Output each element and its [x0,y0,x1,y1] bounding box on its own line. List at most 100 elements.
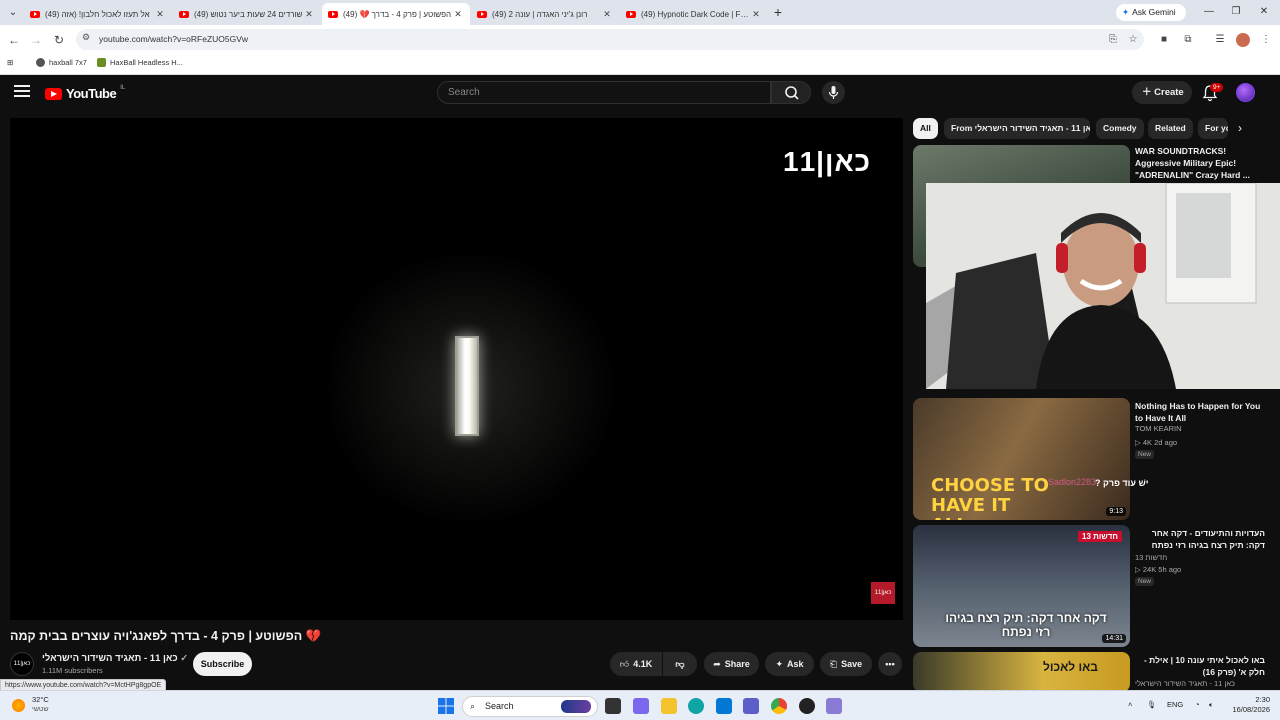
voice-search-button[interactable] [822,81,845,104]
hamburger-menu-icon[interactable] [14,85,30,99]
search-highlight-icon [561,700,591,713]
profile-avatar-icon[interactable] [1236,33,1250,47]
tab-title: (49) Hypnotic Dark Code | Futu [641,9,750,19]
discord-icon[interactable] [743,698,759,714]
browser-tab[interactable]: (49) אל תעזו לאכול חלבון! (אזה ✕ [24,3,172,25]
browser-tab-active[interactable]: (49) 💔 הפשוטע | פרק 4 - בדרך ✕ [322,3,470,25]
obs-icon[interactable] [799,698,815,714]
create-button[interactable]: ＋ Create [1132,81,1192,104]
recommendation-channel[interactable]: TOM KEARIN [1135,424,1182,433]
extension-icon[interactable]: ■ [1157,33,1171,47]
bookmark-label: haxball 7x7 [49,58,87,67]
youtube-favicon-icon [30,10,40,18]
bookmark-item[interactable]: HaxBall Headless H... [97,58,183,67]
tab-search-icon[interactable]: ⌄ [4,4,22,21]
recommendation-title[interactable]: באו לאכול איתי עונה 10 | אילת - חלק א' (… [1135,654,1265,678]
search-input[interactable]: Search [437,81,771,104]
recommendation-title[interactable]: Nothing Has to Happen for You to Have It… [1135,400,1265,424]
recommendation-thumbnail[interactable]: באו לאכול [913,652,1130,690]
close-tab-icon[interactable]: ✕ [601,9,613,20]
save-button[interactable]: ⎗ Save [820,652,872,676]
ask-gemini-button[interactable]: ✦ Ask Gemini [1116,4,1186,21]
edge-icon[interactable] [688,698,704,714]
recommendation-title[interactable]: WAR SOUNDTRACKS! Aggressive Military Epi… [1135,145,1265,181]
overlay-username: Sadlon2283 [1048,477,1097,487]
system-clock[interactable]: 2:30 16/08/2026 [1228,695,1270,715]
language-indicator[interactable]: ENG [1167,700,1183,709]
channel-name[interactable]: כאן 11 - תאגיד השידור הישראלי ✓ [42,653,188,664]
chrome-icon[interactable] [771,698,787,714]
bookmark-star-icon[interactable]: ☆ [1126,33,1140,47]
channel-branding-icon[interactable]: כאן|11 [871,582,895,604]
chip-for-you[interactable]: For you [1198,118,1228,139]
weather-sun-icon[interactable] [12,699,25,712]
bookmark-item[interactable]: haxball 7x7 [36,58,87,67]
recommendation-meta: ▷ 24K 5h ago [1135,565,1182,574]
new-tab-button[interactable]: + [770,4,786,20]
recommendation-channel[interactable]: חדשות 13 [1135,553,1167,562]
ask-label: Ask [787,659,804,669]
more-actions-button[interactable]: ••• [878,652,902,676]
close-tab-icon[interactable]: ✕ [750,9,762,20]
video-duration: 14:31 [1102,634,1126,643]
browser-tab[interactable]: (49) שורדים 24 שעות ביער נטוש ✕ [173,3,321,25]
windows-start-icon[interactable] [438,698,454,714]
microphone-tray-icon[interactable]: 🎙︎ [1147,700,1157,709]
youtube-favicon-icon [477,10,487,18]
browser-tab[interactable]: (49) Hypnotic Dark Code | Futu ✕ [620,3,768,25]
close-tab-icon[interactable]: ✕ [154,9,166,20]
close-window-icon[interactable]: ✕ [1250,4,1278,20]
taskbar-search-input[interactable]: ⌕ Search [462,696,598,717]
video-player[interactable]: כאן|11 כאן|11 [10,118,903,620]
chip-from-channel[interactable]: From כאן 11 - תאגיד השידור הישראלי [944,118,1090,139]
thumbs-up-icon: 👍︎ [619,659,630,669]
address-url[interactable]: youtube.com/watch?v=oRFeZUO5GVw [99,34,248,44]
app-icon[interactable] [826,698,842,714]
store-icon[interactable] [716,698,732,714]
chevron-up-icon[interactable]: ˄ [1128,700,1132,709]
apps-grid-icon[interactable]: ⊞ [7,58,13,67]
site-info-icon[interactable]: ⚙ [82,32,90,43]
video-frame-light [455,336,479,436]
reading-list-icon[interactable]: ☰ [1213,33,1227,47]
task-view-icon[interactable] [605,698,621,714]
file-explorer-icon[interactable] [661,698,677,714]
cast-icon[interactable]: ⎘ [1106,33,1120,47]
forward-icon[interactable]: → [28,32,44,48]
volume-icon[interactable]: 🔈︎ [1209,700,1214,710]
address-bar[interactable]: ⚙ youtube.com/watch?v=oRFeZUO5GVw [76,29,1144,50]
chip-comedy[interactable]: Comedy [1096,118,1144,139]
clock-date: 16/08/2026 [1232,705,1270,714]
extensions-puzzle-icon[interactable]: ⧉ [1181,33,1195,47]
recommendation-thumbnail[interactable]: CHOOSE TO HAVE IT ALL 9:13 [913,398,1130,520]
maximize-icon[interactable]: ❐ [1222,4,1250,20]
weather-temperature[interactable]: 32°C [32,695,49,704]
wifi-icon[interactable]: ◔ [1195,700,1200,709]
close-tab-icon[interactable]: ✕ [452,9,464,20]
chip-related[interactable]: Related [1148,118,1193,139]
channel13-tag: חדשות 13 [1078,531,1122,542]
like-button[interactable]: 👍︎ 4.1K [610,652,662,676]
user-avatar[interactable] [1236,83,1255,102]
share-button[interactable]: ➦ Share [704,652,759,676]
chip-all[interactable]: All [913,118,938,139]
dislike-button[interactable]: 👎︎ [663,652,697,676]
youtube-logo[interactable]: YouTube IL [45,85,125,101]
teams-icon[interactable] [633,698,649,714]
youtube-wordmark: YouTube [66,86,117,101]
subscribe-button[interactable]: Subscribe [193,652,252,676]
recommendation-channel[interactable]: כאן 11 - תאגיד השידור הישראלי [1135,679,1235,688]
search-button[interactable] [771,81,811,104]
back-icon[interactable]: ← [6,32,22,48]
chevron-right-icon[interactable]: › [1238,121,1242,135]
recommendation-title[interactable]: העדויות והתיעודים - דקה אחר דקה: תיק רצח… [1135,527,1265,551]
reload-icon[interactable]: ↻ [51,32,67,48]
more-menu-icon[interactable]: ⋮ [1259,33,1273,47]
channel-avatar[interactable]: כאן|11 [10,652,34,676]
browser-tab[interactable]: (49) רונן ג'יני האגדה | עונה 2 ✕ [471,3,619,25]
close-tab-icon[interactable]: ✕ [303,9,315,20]
new-badge: New [1135,577,1155,586]
ask-button[interactable]: ✦ Ask [765,652,814,676]
recommendation-thumbnail[interactable]: חדשות 13 דקה אחר דקה: תיק רצח בגיהו רזי … [913,525,1130,647]
minimize-icon[interactable]: — [1195,4,1223,20]
